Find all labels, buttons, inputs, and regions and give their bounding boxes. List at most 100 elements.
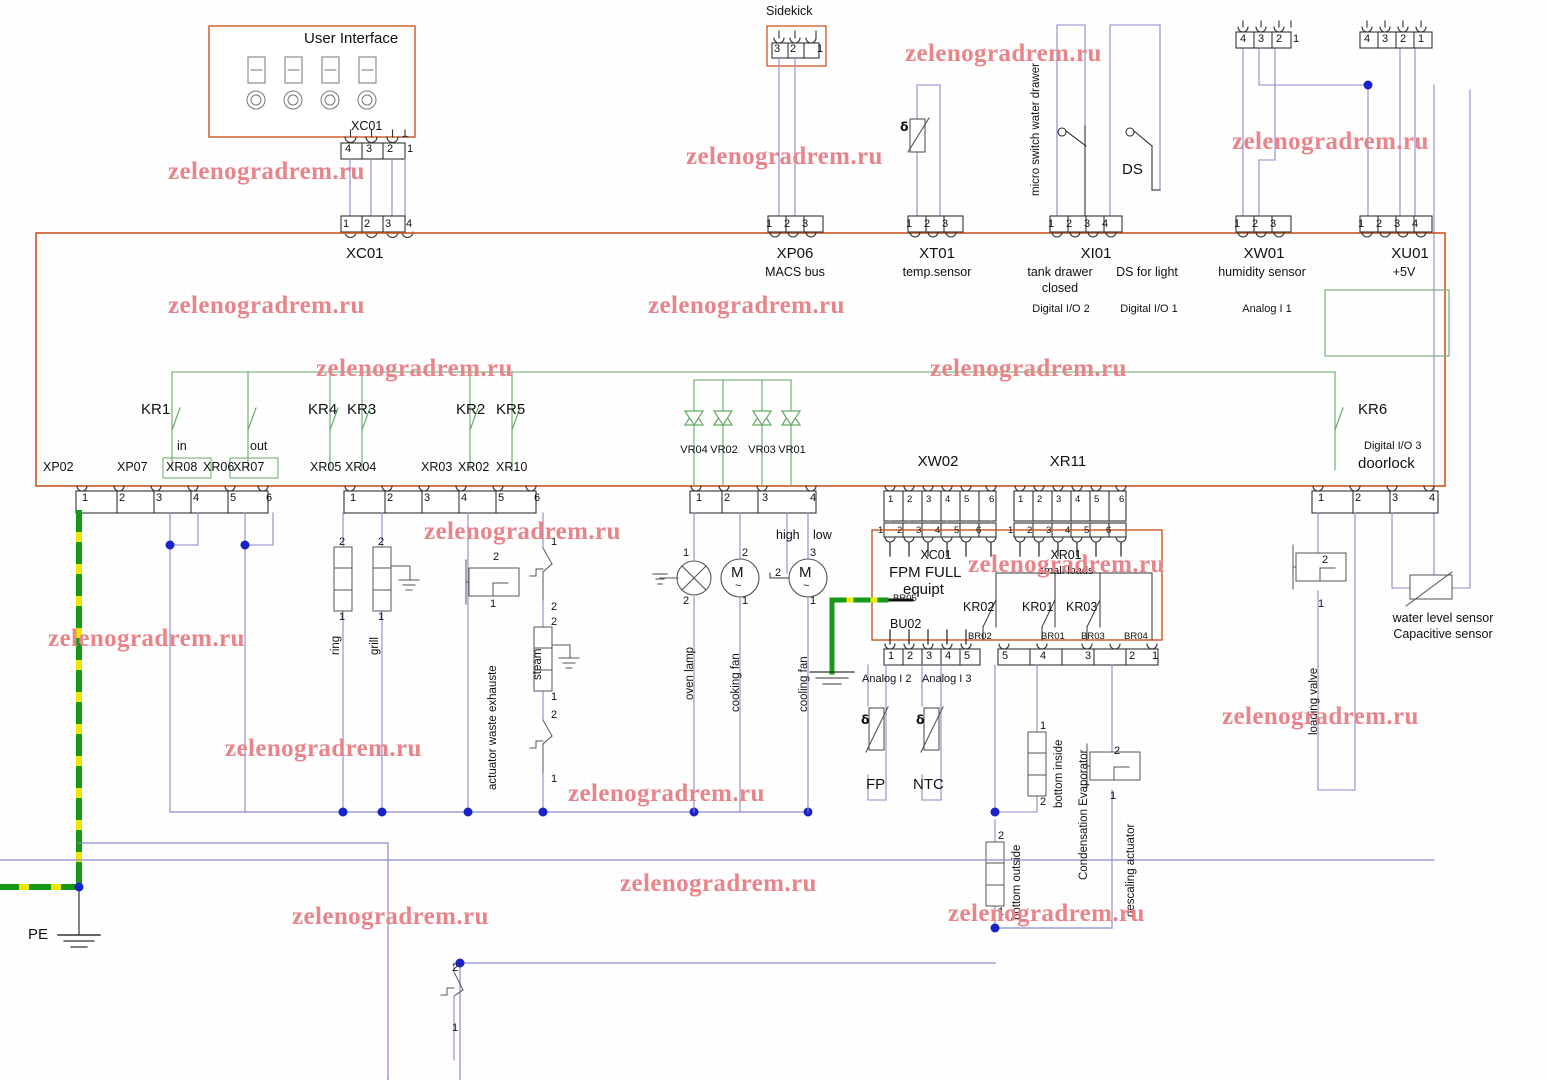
heater-bottom-inside <box>1027 731 1047 797</box>
wiring-diagram-sheet: User Interface XC01 4 3 2 1 1 2 3 4 XC01… <box>0 0 1547 1080</box>
xw01-top-pin-1: 1 <box>1293 33 1300 45</box>
bu02-pin-3: 3 <box>926 650 933 662</box>
fpm-xr01-pin-3: 3 <box>1046 525 1052 536</box>
label-steam: steam <box>532 648 544 680</box>
delta-symbol-xt01: δ <box>900 119 909 134</box>
ui-connector-label: XC01 <box>351 119 383 133</box>
schematic-canvas <box>0 0 1547 1080</box>
xc01-pin-1: 1 <box>343 218 350 230</box>
fpm-xr01-pin-2: 2 <box>1027 525 1033 536</box>
cooling-fan-low-label: low <box>813 528 832 542</box>
pe-label: PE <box>28 926 49 943</box>
terminal-xr03: XR03 <box>421 460 453 474</box>
fpm-xc01-pin-1: 1 <box>878 525 884 536</box>
xu01-top-pin-4: 4 <box>1364 33 1371 45</box>
actuator-pin-2: 2 <box>493 551 500 563</box>
ui-pin-2: 2 <box>387 143 394 155</box>
board-xc01-label: XC01 <box>346 245 384 262</box>
fpm-xc01-pin-3: 3 <box>916 525 922 536</box>
xp02-pin-1: 1 <box>82 492 89 504</box>
actuator-pin-1: 1 <box>490 598 497 610</box>
label-loading-valve: loading valve <box>1308 667 1320 735</box>
relay-kr1: KR1 <box>141 401 171 418</box>
bu02-pin-4: 4 <box>945 650 952 662</box>
relay-kr1-in: in <box>177 439 187 453</box>
connector-name-xt01: XT01 <box>919 245 955 262</box>
fpm-xc01-pin-6: 6 <box>976 525 982 536</box>
junction-dot <box>1363 80 1373 90</box>
relay-kr3: KR3 <box>347 401 377 418</box>
terminal-xr04: XR04 <box>345 460 377 474</box>
triac-pin-2: 2 <box>724 492 731 504</box>
label-bottom-inside: bottom inside <box>1053 739 1065 808</box>
xw01-pin-1: 1 <box>1234 218 1241 230</box>
terminal-xr10: XR10 <box>496 460 528 474</box>
xw02-pin-3: 3 <box>926 494 932 505</box>
xr11-pin-2: 2 <box>1037 494 1043 505</box>
delta-symbol-fp: δ <box>861 712 870 727</box>
descaling-pin-1: 1 <box>1110 790 1117 802</box>
connector-name-xu01: XU01 <box>1391 245 1429 262</box>
fpm-br03-label: BR03 <box>1081 631 1105 642</box>
label-grill: grill <box>369 637 381 655</box>
small-loads-pin-4: 4 <box>1040 650 1047 662</box>
ring-pin-2: 2 <box>339 536 346 548</box>
xc01-pin-4: 4 <box>406 218 413 230</box>
bu02-pin-5: 5 <box>964 650 971 662</box>
xr11-pin-5: 5 <box>1094 494 1100 505</box>
descaling-pin-2: 2 <box>1114 745 1121 757</box>
label-fp: FP <box>866 776 886 793</box>
xr-mid-pin-6: 6 <box>534 492 541 504</box>
relay-kr4: KR4 <box>308 401 338 418</box>
xu01-top-pin-2: 2 <box>1400 33 1407 45</box>
fpm-br05-label: BR05 <box>893 593 917 604</box>
ring-pin-1: 1 <box>339 611 346 623</box>
xp06-pin-3: 3 <box>802 218 809 230</box>
steam-sw2-pin-1: 1 <box>551 773 558 785</box>
label-ring: ring <box>330 635 342 655</box>
connector-name-xw01: XW01 <box>1243 245 1285 262</box>
connector-name-xr11: XR11 <box>1049 453 1087 470</box>
connector-desc-xp06: MACS bus <box>765 265 825 279</box>
label-cooking-fan: cooking fan <box>730 653 742 712</box>
fpm-xc01-pin-5: 5 <box>954 525 960 536</box>
bottom-inside-pin-1: 1 <box>1040 720 1047 732</box>
terminal-xr02: XR02 <box>458 460 490 474</box>
xr11-pin-6: 6 <box>1119 494 1125 505</box>
analog-i2-label: Analog I 2 <box>862 673 912 685</box>
xp06-pin-2: 2 <box>784 218 791 230</box>
xi01-desc-ds-for-light: DS for light <box>1116 265 1178 279</box>
triac-vr01: VR01 <box>778 444 806 456</box>
xu01-pin-2: 2 <box>1376 218 1383 230</box>
fpm-relay-kr01: KR01 <box>1022 600 1054 614</box>
fpm-xc01-pin-2: 2 <box>897 525 903 536</box>
grill-pin-1: 1 <box>378 611 385 623</box>
steam-heater-pin-2: 2 <box>551 616 558 628</box>
terminal-xp07: XP07 <box>117 460 148 474</box>
xw02-pin-4: 4 <box>945 494 951 505</box>
xt01-pin-2: 2 <box>924 218 931 230</box>
heater-ring <box>333 546 353 612</box>
relay-kr1-out: out <box>250 439 268 453</box>
xw02-pin-6: 6 <box>989 494 995 505</box>
label-condensation-evaporator: Condensation Evaporator <box>1078 749 1090 880</box>
triac-vr02: VR02 <box>710 444 738 456</box>
xu01-top-pin-3: 3 <box>1382 33 1389 45</box>
connector-name-xp06: XP06 <box>776 245 814 262</box>
xi01-desc-closed: closed <box>1041 281 1079 295</box>
cookfan-pin-2: 2 <box>742 547 749 559</box>
xi01-io2: Digital I/O 2 <box>1032 303 1090 315</box>
xr-mid-pin-1: 1 <box>350 492 357 504</box>
label-cooling-fan: cooling fan <box>798 656 810 712</box>
xu01-pin-1: 1 <box>1358 218 1365 230</box>
fpm-bu02-label: BU02 <box>890 617 922 631</box>
cookfan-pin-1: 1 <box>742 595 749 607</box>
cooking-fan-ac-glyph: ~ <box>735 580 742 592</box>
terminal-xr06: XR06 <box>203 460 235 474</box>
xr-mid-pin-5: 5 <box>498 492 505 504</box>
triac-pin-4: 4 <box>810 492 817 504</box>
coolfan-pin-3: 3 <box>810 547 817 559</box>
analog-i3-label: Analog I 3 <box>922 673 972 685</box>
small-loads-pin-3: 3 <box>1085 650 1092 662</box>
fpm-br02-label: BR02 <box>968 631 992 642</box>
